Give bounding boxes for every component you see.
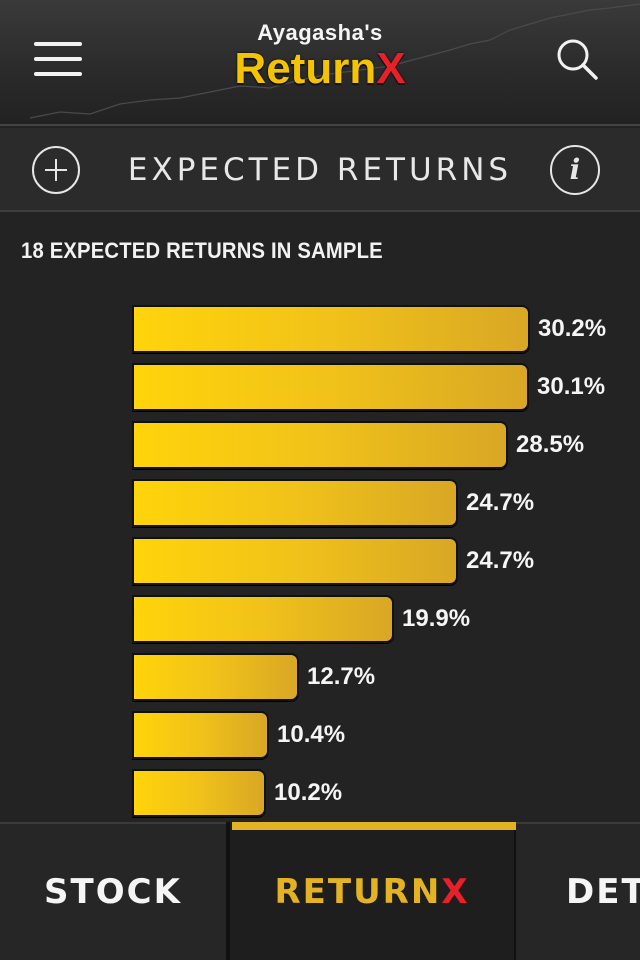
bar-value-label: 24.7% xyxy=(466,489,535,516)
brand-owner: Ayagasha's xyxy=(257,20,383,45)
bar-value-label: 30.1% xyxy=(537,373,606,400)
expected-returns-chart: 30.2% 30.1% 28.5% 24.7% 24.7% 19.9% 12.7% 10.4%… xyxy=(0,300,640,822)
brand-name: ReturnX xyxy=(200,46,440,92)
bar-value-label: 28.5% xyxy=(516,431,585,458)
add-button[interactable] xyxy=(32,146,80,194)
tab-returnx-label: RETURNX xyxy=(230,872,514,912)
bar xyxy=(132,537,458,585)
tab-returnx-label-main: RETURN xyxy=(274,872,442,912)
menu-button[interactable] xyxy=(34,42,84,78)
search-icon xyxy=(557,39,598,80)
tab-returnx[interactable]: RETURNX xyxy=(228,822,516,960)
info-icon: i xyxy=(569,153,581,186)
bar-value-label: 30.2% xyxy=(538,315,607,342)
bar xyxy=(132,711,269,759)
bar-value-label: 12.7% xyxy=(307,663,376,690)
app-header: Ayagasha's ReturnX xyxy=(0,0,640,126)
brand-name-main: Return xyxy=(234,44,377,93)
hamburger-menu-icon xyxy=(34,42,82,46)
bar-value-label: 19.9% xyxy=(402,605,471,632)
app-logo: Ayagasha's ReturnX xyxy=(200,20,440,92)
sample-count-label: 18 EXPECTED RETURNS IN SAMPLE xyxy=(21,238,383,263)
info-button[interactable]: i xyxy=(550,145,600,195)
bar xyxy=(132,595,394,643)
tab-details[interactable]: DET xyxy=(516,822,640,960)
bar xyxy=(132,421,508,469)
active-tab-indicator xyxy=(232,822,516,830)
brand-name-x: X xyxy=(376,44,406,93)
bar xyxy=(132,769,266,817)
bar xyxy=(132,653,299,701)
tab-details-label: DET xyxy=(566,872,640,912)
tab-returnx-label-x: X xyxy=(441,872,470,912)
section-title: EXPECTED RETURNS xyxy=(127,152,513,188)
bar xyxy=(132,479,458,527)
bar-value-label: 24.7% xyxy=(466,547,535,574)
tab-stock[interactable]: STOCK xyxy=(0,822,228,960)
bar-value-label: 10.4% xyxy=(277,721,346,748)
bar-value-label: 10.2% xyxy=(274,779,343,806)
bar xyxy=(132,305,530,353)
tab-stock-label: STOCK xyxy=(44,872,182,912)
search-button[interactable] xyxy=(554,36,600,82)
bar xyxy=(132,363,529,411)
